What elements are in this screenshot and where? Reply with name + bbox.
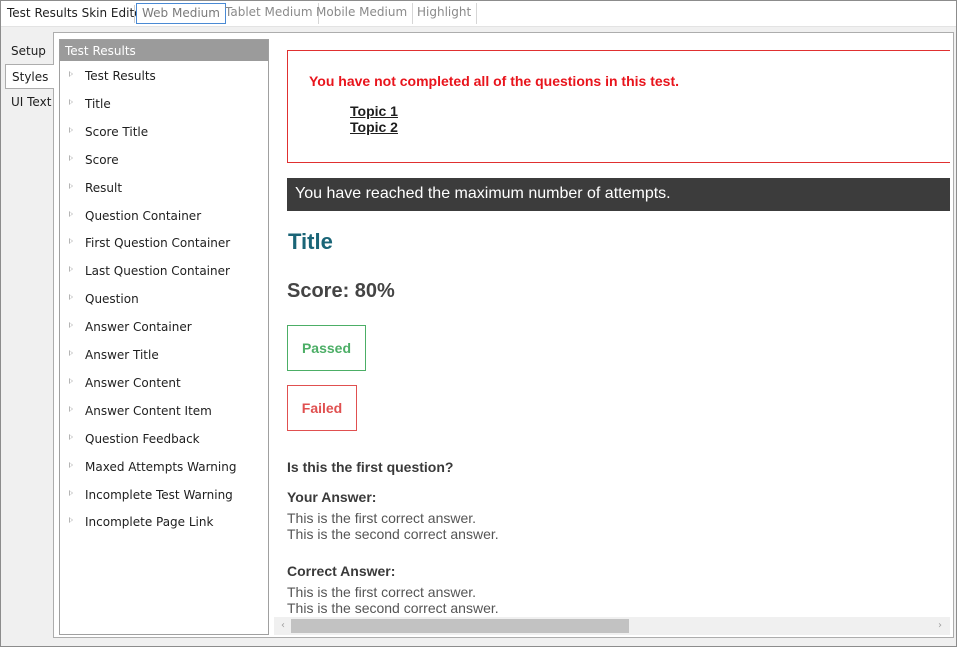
tree-header[interactable]: Test Results	[60, 40, 268, 61]
tree-item-maxed-attempts-warning[interactable]: Maxed Attempts Warning	[60, 457, 268, 477]
tree-item-label: Result	[85, 181, 123, 195]
tree-item-result[interactable]: Result	[60, 178, 268, 198]
tree-item-label: Score	[85, 153, 119, 167]
result-passed: Passed	[287, 325, 366, 371]
tree-item-answer-container[interactable]: Answer Container	[60, 317, 268, 337]
triangle-right-icon[interactable]	[69, 294, 73, 300]
tree-item-label: Question Container	[85, 209, 202, 223]
triangle-right-icon[interactable]	[69, 71, 73, 77]
tree-item-label: Score Title	[85, 125, 149, 139]
top-toolbar: Test Results Skin Editor Web Medium Tabl…	[1, 1, 956, 27]
tree-item-score-title[interactable]: Score Title	[60, 122, 268, 142]
question-text: Is this the first question?	[287, 459, 454, 475]
horizontal-scrollbar[interactable]: ‹ ›	[274, 617, 950, 635]
tab-highlight[interactable]: Highlight	[412, 3, 478, 24]
tree-item-label: Incomplete Test Warning	[85, 488, 233, 502]
preview-pane: You have not completed all of the questi…	[274, 39, 950, 635]
incomplete-test-warning: You have not completed all of the questi…	[287, 50, 950, 163]
chevron-left-icon[interactable]: ‹	[277, 620, 289, 632]
scrollbar-thumb[interactable]	[291, 619, 629, 633]
maxed-attempts-warning: You have reached the maximum number of a…	[287, 178, 950, 211]
tree-item-label: Test Results	[85, 69, 156, 83]
side-tab-styles[interactable]: Styles	[5, 64, 54, 89]
tab-mobile-medium[interactable]: Mobile Medium	[311, 3, 414, 24]
triangle-right-icon[interactable]	[69, 322, 73, 328]
tree-item-question-feedback[interactable]: Question Feedback	[60, 429, 268, 449]
triangle-right-icon[interactable]	[69, 406, 73, 412]
triangle-right-icon[interactable]	[69, 266, 73, 272]
triangle-right-icon[interactable]	[69, 238, 73, 244]
tree-item-label: Answer Content	[85, 376, 181, 390]
tree-item-answer-title[interactable]: Answer Title	[60, 345, 268, 365]
tab-web-medium[interactable]: Web Medium	[136, 3, 226, 24]
tree-item-label: Title	[85, 97, 111, 111]
correct-answer-item: This is the first correct answer.	[287, 584, 477, 600]
tree-item-label: Question Feedback	[85, 432, 200, 446]
tree-item-label: Maxed Attempts Warning	[85, 460, 237, 474]
tree-item-label: Last Question Container	[85, 264, 230, 278]
tree-item-answer-content[interactable]: Answer Content	[60, 373, 268, 393]
chevron-right-icon[interactable]: ›	[934, 620, 946, 632]
tree-item-score[interactable]: Score	[60, 150, 268, 170]
correct-answer-item: This is the second correct answer.	[287, 600, 499, 616]
tree-item-label: Incomplete Page Link	[85, 515, 214, 529]
score-title: Score: 80%	[287, 280, 395, 302]
triangle-right-icon[interactable]	[69, 434, 73, 440]
tree-item-label: Answer Content Item	[85, 404, 212, 418]
tree-item-title[interactable]: Title	[60, 94, 268, 114]
styles-panel: Test Results Test Results Title Score Titl…	[53, 32, 954, 638]
tree-item-test-results[interactable]: Test Results	[60, 66, 268, 86]
app-title: Test Results Skin Editor	[7, 6, 147, 20]
tree-item-label: Question	[85, 292, 139, 306]
style-tree: Test Results Test Results Title Score Titl…	[59, 39, 269, 635]
tree-item-label: Answer Title	[85, 348, 159, 362]
preview-content: You have not completed all of the questi…	[287, 39, 950, 617]
tree-item-last-question-container[interactable]: Last Question Container	[60, 261, 268, 281]
correct-answer-title: Correct Answer:	[287, 563, 396, 579]
tree-item-incomplete-test-warning[interactable]: Incomplete Test Warning	[60, 485, 268, 505]
incomplete-message: You have not completed all of the questi…	[309, 73, 680, 89]
toolbar-separator	[134, 5, 135, 23]
results-title: Title	[288, 229, 333, 254]
your-answer-item: This is the second correct answer.	[287, 526, 499, 542]
tree-item-answer-content-item[interactable]: Answer Content Item	[60, 401, 268, 421]
tree-item-incomplete-page-link[interactable]: Incomplete Page Link	[60, 512, 268, 532]
tree-item-question-container[interactable]: Question Container	[60, 206, 268, 226]
incomplete-page-link-1[interactable]: Topic 1	[350, 103, 398, 119]
result-failed: Failed	[287, 385, 357, 431]
triangle-right-icon[interactable]	[69, 127, 73, 133]
tree-item-label: First Question Container	[85, 236, 231, 250]
triangle-right-icon[interactable]	[69, 350, 73, 356]
triangle-right-icon[interactable]	[69, 183, 73, 189]
your-answer-title: Your Answer:	[287, 489, 377, 505]
triangle-right-icon[interactable]	[69, 99, 73, 105]
tree-item-label: Answer Container	[85, 320, 192, 334]
triangle-right-icon[interactable]	[69, 490, 73, 496]
tab-tablet-medium[interactable]: Tablet Medium	[220, 3, 319, 24]
triangle-right-icon[interactable]	[69, 517, 73, 523]
triangle-right-icon[interactable]	[69, 211, 73, 217]
tree-item-question[interactable]: Question	[60, 289, 268, 309]
side-tab-ui-text[interactable]: UI Text	[5, 90, 54, 115]
your-answer-item: This is the first correct answer.	[287, 510, 477, 526]
skin-editor-window: Test Results Skin Editor Web Medium Tabl…	[0, 0, 957, 647]
side-tab-setup[interactable]: Setup	[5, 39, 54, 64]
triangle-right-icon[interactable]	[69, 462, 73, 468]
tree-item-first-question-container[interactable]: First Question Container	[60, 233, 268, 253]
triangle-right-icon[interactable]	[69, 155, 73, 161]
triangle-right-icon[interactable]	[69, 378, 73, 384]
incomplete-page-link-2[interactable]: Topic 2	[350, 119, 398, 135]
